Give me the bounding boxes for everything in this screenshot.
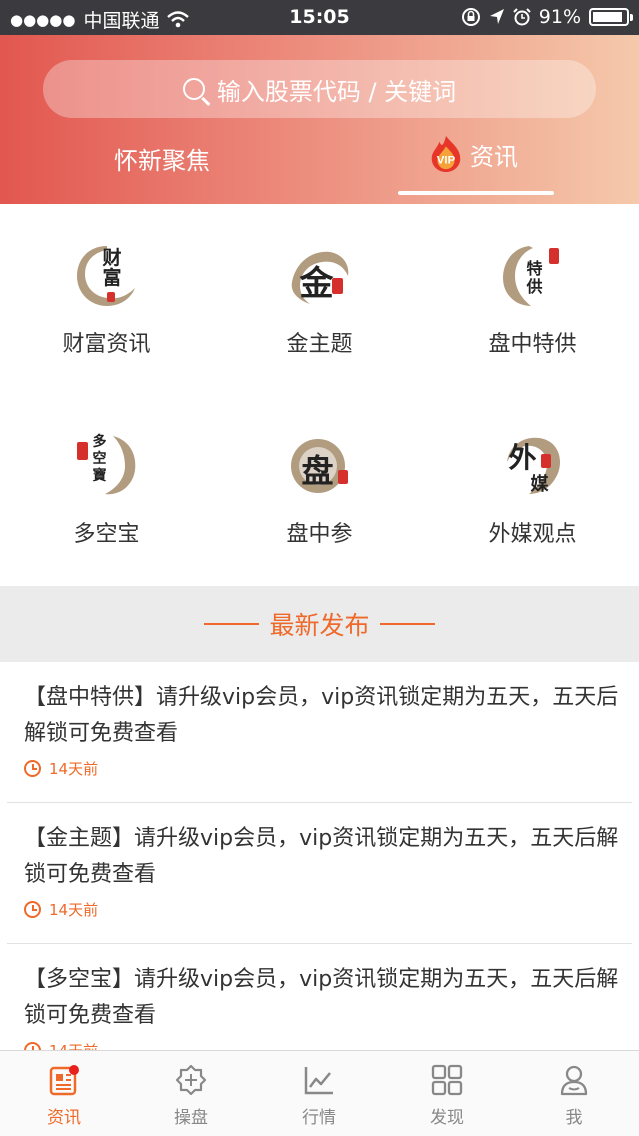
tabbar-discover[interactable]: 发现 [397, 1063, 497, 1128]
tabbar-market-label: 行情 [302, 1108, 336, 1128]
trade-icon [175, 1064, 207, 1096]
category-pan-label: 盘中参 [286, 522, 353, 547]
search-bar[interactable]: 输入股票代码 / 关键词 [43, 60, 596, 118]
news-item[interactable]: 【盘中特供】请升级vip会员，vip资讯锁定期为五天，五天后解锁可免费查看 14… [7, 662, 632, 803]
tabbar-trade[interactable]: 操盘 [141, 1063, 241, 1128]
tegong-glyph: 特供 [526, 259, 543, 296]
category-grid: 财富 财富资讯 金 金主题 特供 盘中特供 多空寶 多空宝 盘 盘中参 外 媒 … [0, 204, 639, 586]
tab-news-label: 资讯 [470, 142, 518, 171]
category-caifu[interactable]: 财富 财富资讯 [0, 204, 213, 394]
jin-glyph: 金 [299, 264, 334, 304]
waimei-glyph-2: 媒 [530, 474, 549, 495]
category-pan[interactable]: 盘 盘中参 [213, 394, 426, 584]
caifu-seal [106, 292, 115, 302]
clock-icon [24, 901, 41, 918]
vip-badge-text: VIP [437, 155, 456, 167]
latest-section-header: 最新发布 [0, 586, 639, 662]
news-title: 【盘中特供】请升级vip会员，vip资讯锁定期为五天，五天后解锁可免费查看 [24, 685, 619, 746]
tab-focus[interactable]: 怀新聚焦 [114, 141, 210, 176]
divider-left [204, 623, 260, 625]
search-placeholder: 输入股票代码 / 关键词 [216, 77, 457, 106]
category-waimei[interactable]: 外 媒 外媒观点 [426, 394, 639, 584]
duokong-brush-icon: 多空寶 [73, 432, 141, 500]
duokong-seal [76, 442, 88, 460]
news-title: 【多空宝】请升级vip会员，vip资讯锁定期为五天，五天后解锁可免费查看 [24, 967, 619, 1028]
category-tegong-label: 盘中特供 [488, 332, 577, 357]
header: 输入股票代码 / 关键词 怀新聚焦 VIP 资讯 [0, 35, 639, 204]
search-icon [182, 78, 205, 100]
pan-glyph: 盘 [301, 452, 334, 490]
caifu-brush-icon: 财富 [73, 242, 141, 310]
waimei-seal [540, 454, 551, 468]
category-tegong[interactable]: 特供 盘中特供 [426, 204, 639, 394]
battery-percent: 91% [538, 6, 581, 28]
tegong-seal [548, 248, 559, 264]
tab-focus-label: 怀新聚焦 [114, 147, 210, 175]
tabbar-market[interactable]: 行情 [269, 1063, 369, 1128]
header-tabs: 怀新聚焦 VIP 资讯 [0, 135, 639, 204]
tabbar-discover-label: 发现 [430, 1108, 464, 1128]
category-duokong-label: 多空宝 [73, 522, 140, 547]
news-time-label: 14天前 [49, 760, 99, 778]
vip-flame-icon: VIP [431, 135, 461, 173]
status-bar: ●●●●● 中国联通 15:05 91% [0, 0, 639, 35]
news-item[interactable]: 【金主题】请升级vip会员，vip资讯锁定期为五天，五天后解锁可免费查看 14天… [7, 803, 632, 944]
caifu-glyph: 财富 [102, 247, 122, 289]
category-waimei-label: 外媒观点 [488, 522, 577, 547]
grid-icon [431, 1064, 463, 1096]
location-icon [489, 9, 504, 24]
pan-seal [337, 470, 348, 484]
tabbar-me-label: 我 [565, 1108, 583, 1128]
battery-fill [593, 12, 623, 22]
rotation-lock-icon [461, 8, 480, 26]
clock-icon [24, 760, 41, 777]
alarm-icon [513, 8, 531, 26]
news-icon [49, 1065, 79, 1096]
battery-icon [589, 8, 633, 26]
tab-news[interactable]: VIP 资讯 [428, 135, 518, 173]
category-duokong[interactable]: 多空寶 多空宝 [0, 394, 213, 584]
chart-icon [304, 1067, 333, 1095]
divider-right [379, 623, 435, 625]
jin-brush-icon: 金 [286, 242, 354, 310]
jin-seal [331, 278, 343, 294]
tabbar-news-label: 资讯 [47, 1108, 81, 1128]
pan-brush-icon: 盘 [286, 432, 354, 500]
waimei-brush-icon: 外 媒 [499, 432, 567, 500]
category-jin-label: 金主题 [286, 332, 353, 357]
tabbar-trade-label: 操盘 [174, 1108, 208, 1128]
latest-title: 最新发布 [269, 611, 370, 640]
news-time: 14天前 [24, 899, 98, 920]
duokong-glyph: 多空寶 [92, 434, 107, 484]
tabbar-me[interactable]: 我 [524, 1063, 624, 1128]
news-time: 14天前 [24, 758, 98, 779]
active-tab-indicator [398, 191, 554, 195]
tegong-brush-icon: 特供 [499, 242, 567, 310]
category-jin[interactable]: 金 金主题 [213, 204, 426, 394]
bottom-tab-bar: 资讯 操盘 行情 发现 我 [0, 1050, 639, 1136]
user-icon [560, 1065, 588, 1096]
news-time-label: 14天前 [49, 901, 99, 919]
news-title: 【金主题】请升级vip会员，vip资讯锁定期为五天，五天后解锁可免费查看 [24, 826, 619, 887]
tabbar-news[interactable]: 资讯 [14, 1063, 114, 1128]
category-caifu-label: 财富资讯 [62, 332, 151, 357]
status-right: 91% [461, 6, 633, 28]
